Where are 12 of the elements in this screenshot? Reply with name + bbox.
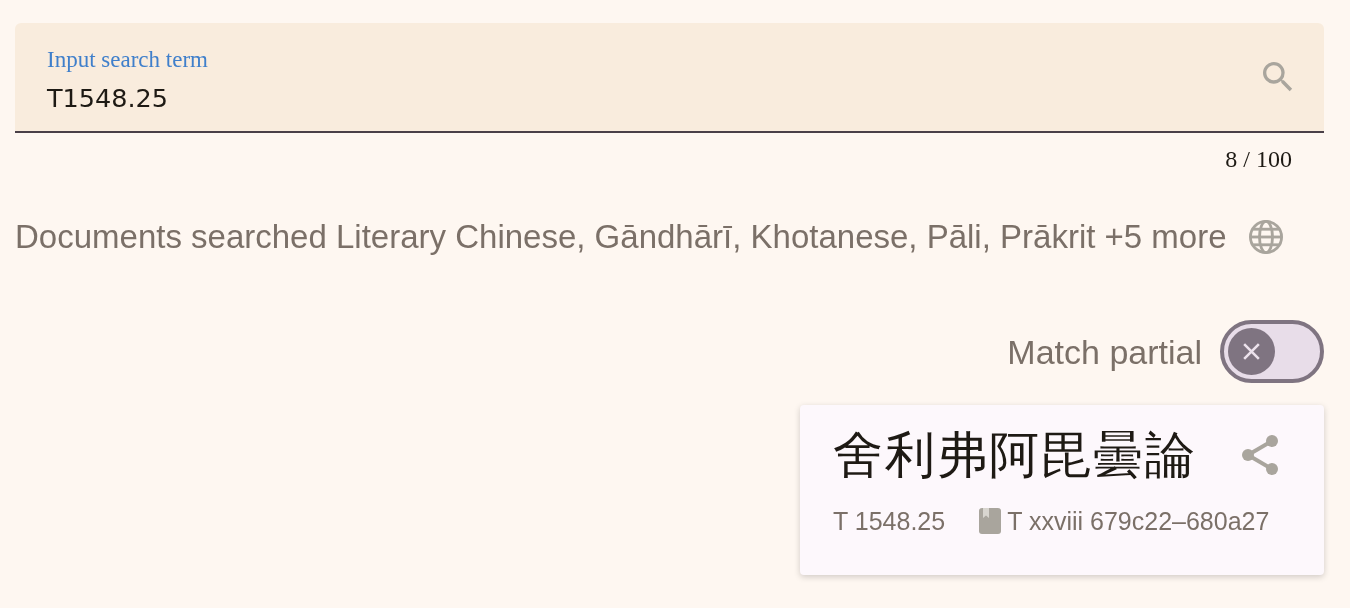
share-icon[interactable]: [1240, 434, 1280, 476]
globe-icon[interactable]: [1248, 220, 1283, 254]
character-counter: 8 / 100: [1225, 146, 1292, 172]
document-id: T 1548.25: [833, 506, 946, 537]
search-icon[interactable]: [1263, 62, 1293, 92]
reference-text: T xxviii 679c22–680a27: [1007, 506, 1270, 537]
book-icon: [979, 508, 1002, 534]
match-partial-label: Match partial: [1007, 331, 1202, 373]
search-field[interactable]: Input search term T1548.25: [15, 23, 1324, 133]
document-title: 舍利弗阿毘曇論: [833, 425, 1197, 486]
cross-icon: [1228, 328, 1275, 375]
documents-searched-text: Documents searched Literary Chinese, Gāndhārī, Khotanese, Pāli, Prākrit +5 more: [15, 217, 1227, 257]
